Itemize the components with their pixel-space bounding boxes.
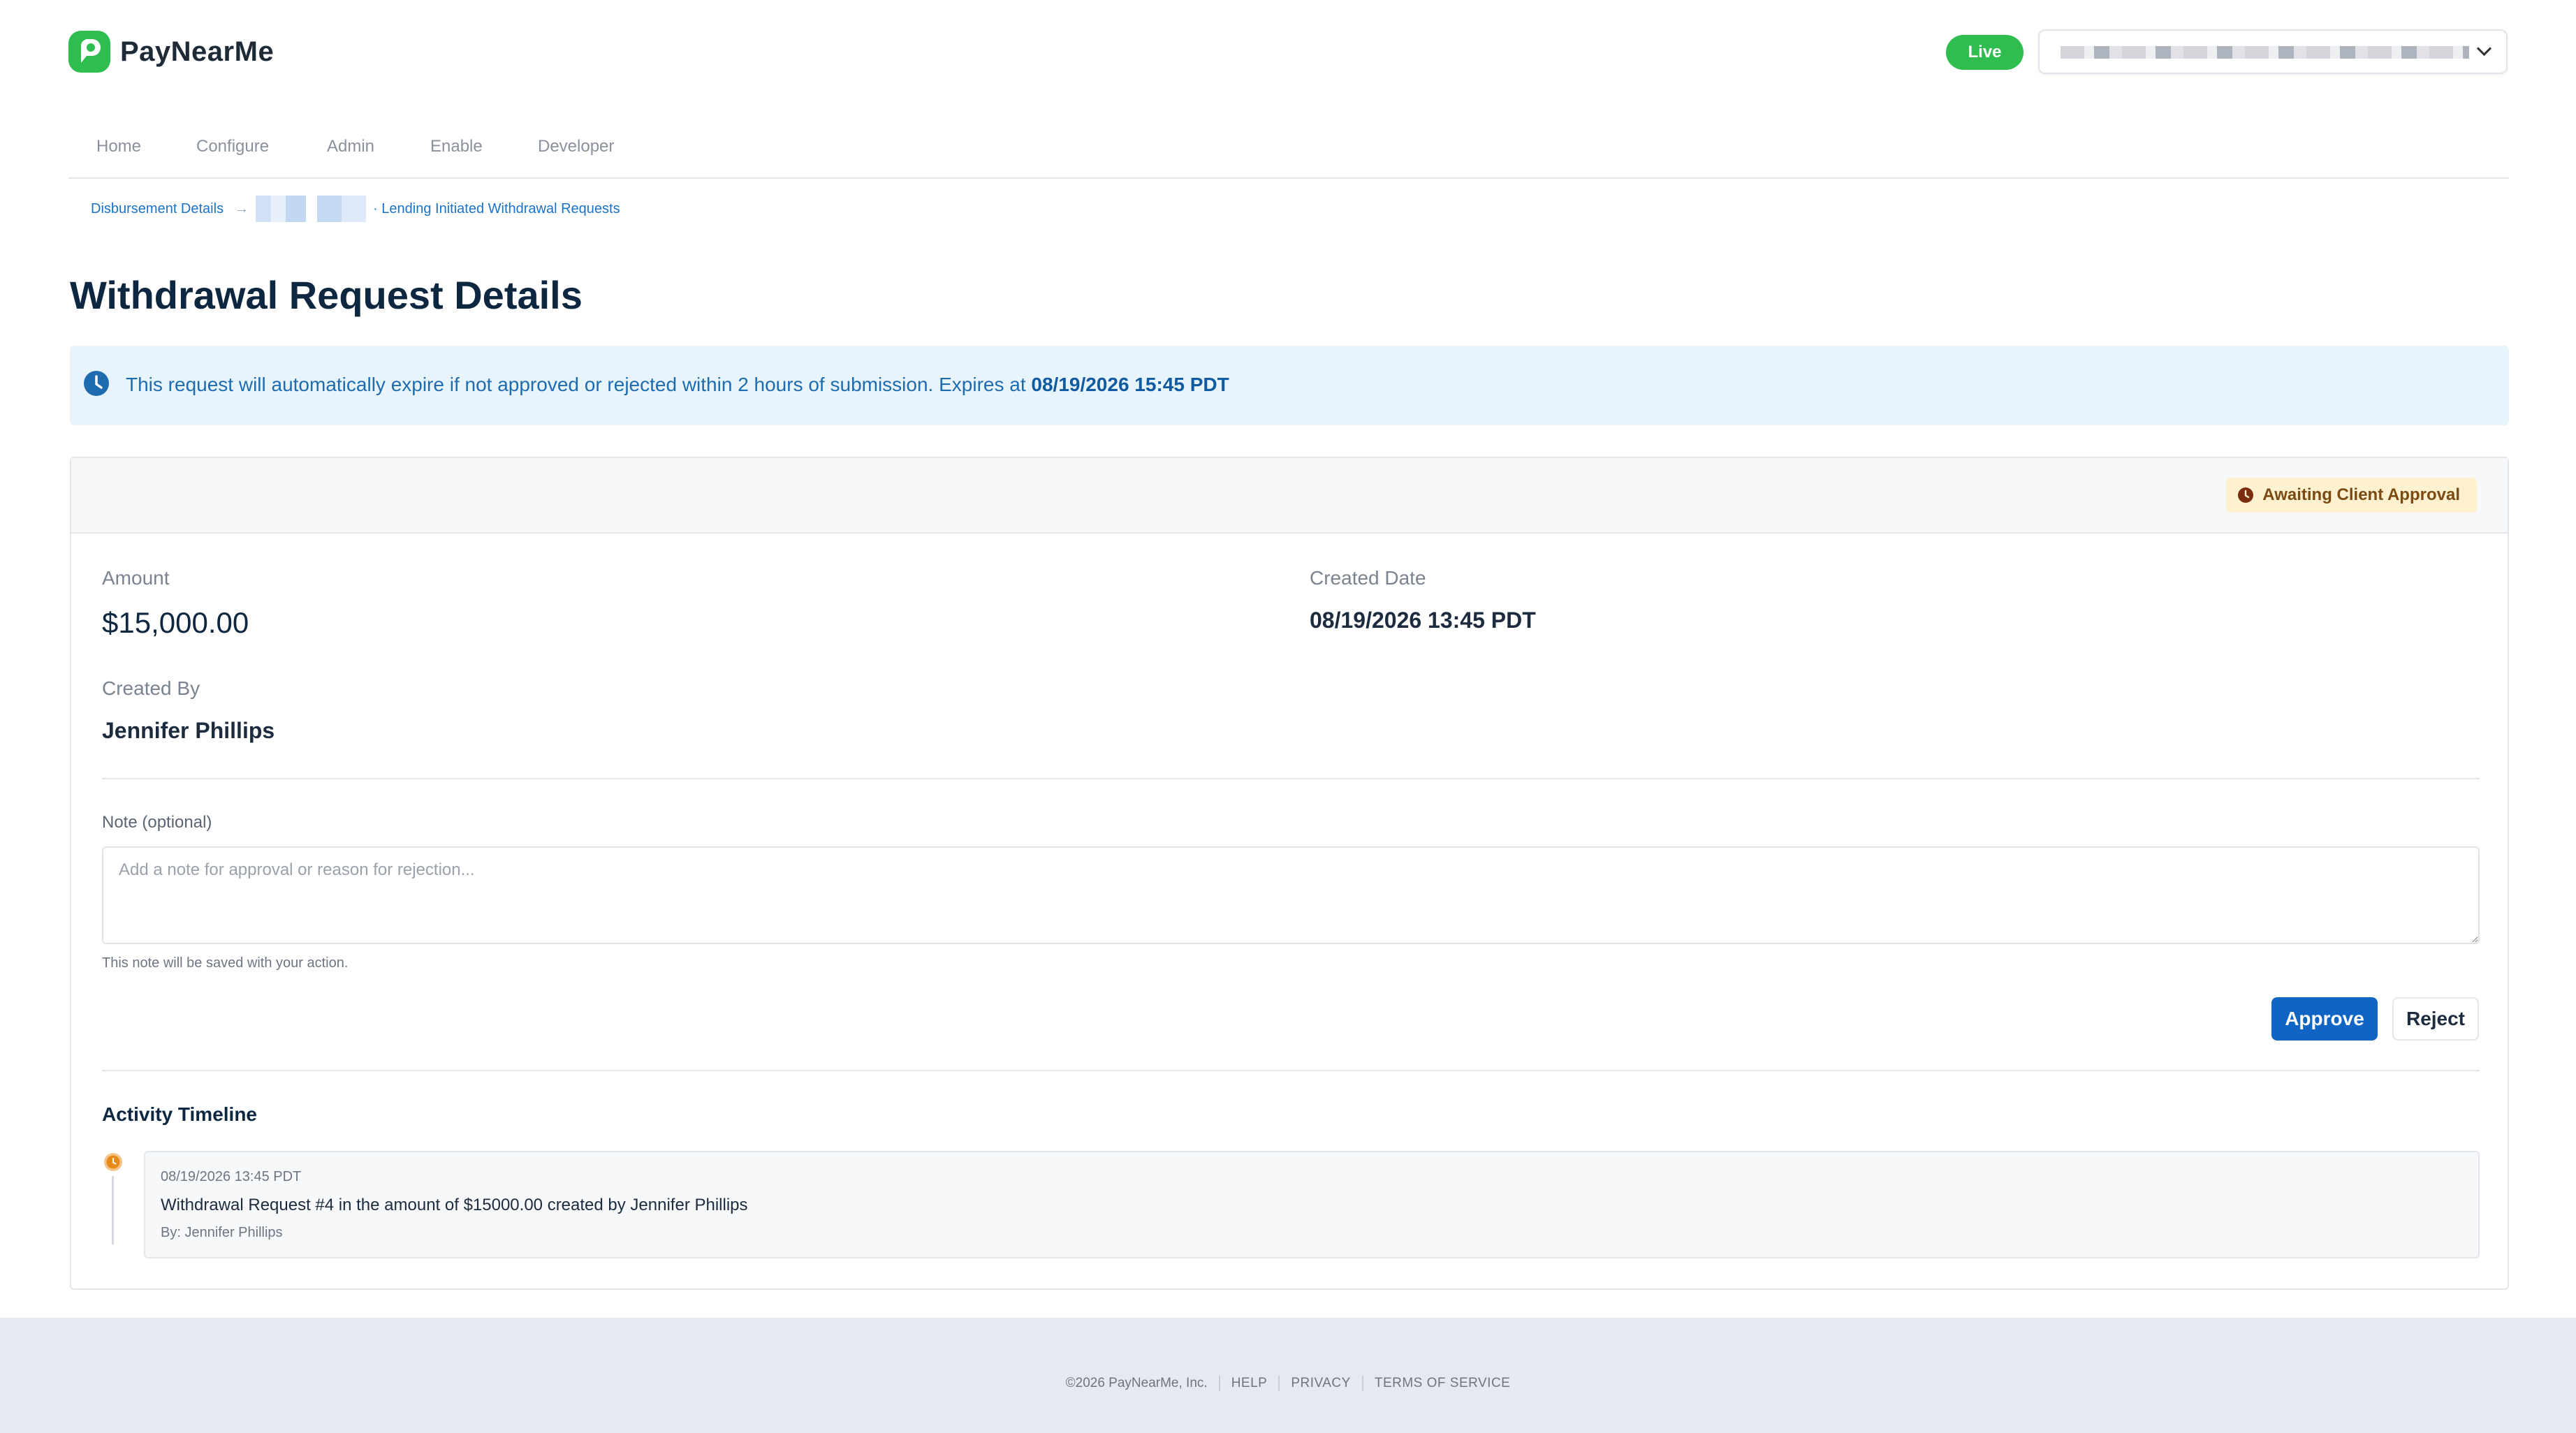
footer-separator xyxy=(1278,1376,1280,1391)
account-name-redacted xyxy=(2061,46,2469,59)
nav-item-home[interactable]: Home xyxy=(96,137,141,156)
created-date-label: Created Date xyxy=(1310,567,1426,589)
clock-icon xyxy=(2238,487,2254,503)
created-by-label: Created By xyxy=(102,677,200,699)
timeline-entry-message: Withdrawal Request #4 in the amount of $… xyxy=(161,1196,748,1214)
breadcrumb: Disbursement Details → · Lending Initiat… xyxy=(91,196,620,222)
paynearme-logo-icon xyxy=(68,31,110,73)
logo-text: PayNearMe xyxy=(120,36,275,67)
footer-separator xyxy=(1218,1376,1220,1391)
timeline-entry: 08/19/2026 13:45 PDT Withdrawal Request … xyxy=(144,1151,2480,1258)
breadcrumb-separator: → xyxy=(235,200,249,216)
timeline-entry-author: By: Jennifer Phillips xyxy=(161,1225,283,1240)
expiry-alert: This request will automatically expire i… xyxy=(70,346,2509,425)
footer-copyright: ©2026 PayNearMe, Inc. xyxy=(1065,1376,1208,1390)
account-selector[interactable] xyxy=(2038,29,2508,74)
footer-separator xyxy=(1361,1376,1363,1391)
nav-item-enable[interactable]: Enable xyxy=(430,137,483,156)
note-label: Note (optional) xyxy=(102,813,212,832)
created-by-value: Jennifer Phillips xyxy=(102,718,275,743)
divider xyxy=(102,778,2480,779)
timeline-entry-time: 08/19/2026 13:45 PDT xyxy=(161,1169,302,1184)
created-date-value: 08/19/2026 13:45 PDT xyxy=(1310,608,1536,633)
divider xyxy=(102,1070,2480,1071)
nav-item-developer[interactable]: Developer xyxy=(538,137,614,156)
footer: ©2026 PayNearMe, Inc. HELP PRIVACY TERMS… xyxy=(0,1376,2576,1391)
request-card-header: Awaiting Client Approval xyxy=(71,458,2508,534)
expiry-alert-text: This request will automatically expire i… xyxy=(126,374,1229,396)
reject-button[interactable]: Reject xyxy=(2392,997,2479,1041)
amount-label: Amount xyxy=(102,567,170,589)
nav-item-configure[interactable]: Configure xyxy=(196,137,269,156)
note-help-text: This note will be saved with your action… xyxy=(102,955,349,971)
expiry-alert-message: This request will automatically expire i… xyxy=(126,374,1026,395)
clock-icon xyxy=(84,371,109,396)
request-card: Awaiting Client Approval Amount $15,000.… xyxy=(70,457,2509,1290)
footer-link-terms-of-service[interactable]: TERMS OF SERVICE xyxy=(1375,1376,1511,1391)
footer-link-privacy[interactable]: PRIVACY xyxy=(1291,1376,1351,1391)
timeline-title: Activity Timeline xyxy=(102,1103,258,1125)
timeline-line xyxy=(112,1176,114,1244)
note-input[interactable] xyxy=(102,846,2480,944)
breadcrumb-link-withdrawal-requests[interactable]: · Lending Initiated Withdrawal Requests xyxy=(373,201,620,217)
page-title: Withdrawal Request Details xyxy=(70,273,583,317)
logo[interactable]: PayNearMe xyxy=(68,31,274,73)
environment-badge[interactable]: Live xyxy=(1946,35,2024,70)
amount-value: $15,000.00 xyxy=(102,606,249,639)
breadcrumb-redacted-segment[interactable] xyxy=(256,196,307,222)
main-nav: Home Configure Admin Enable Developer xyxy=(68,137,2509,179)
status-badge: Awaiting Client Approval xyxy=(2226,478,2477,513)
footer-link-help[interactable]: HELP xyxy=(1231,1376,1268,1391)
page: PayNearMe Live Home Configure Admin Enab… xyxy=(0,0,2576,1318)
breadcrumb-redacted-segment[interactable] xyxy=(317,196,367,222)
nav-item-admin[interactable]: Admin xyxy=(327,137,374,156)
chevron-down-icon xyxy=(2476,41,2492,57)
clock-icon xyxy=(104,1153,122,1171)
approve-button[interactable]: Approve xyxy=(2271,997,2378,1041)
expiry-time: 08/19/2026 15:45 PDT xyxy=(1031,374,1229,395)
breadcrumb-link-disbursement-details[interactable]: Disbursement Details xyxy=(91,201,224,217)
status-badge-label: Awaiting Client Approval xyxy=(2262,485,2460,504)
